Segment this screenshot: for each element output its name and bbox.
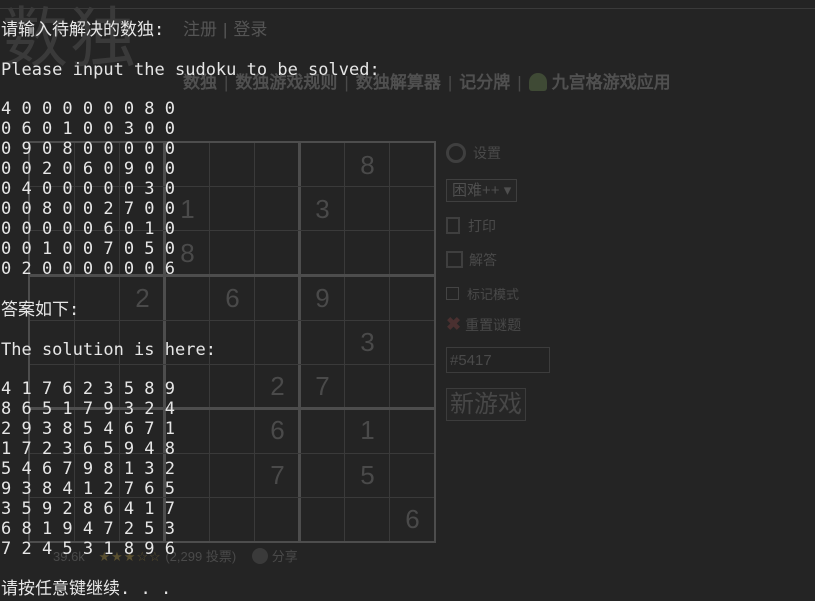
board-cell-digit[interactable]: 3 bbox=[345, 320, 390, 364]
continue-prompt: 请按任意键继续. . . bbox=[1, 579, 172, 599]
settings-label: 设置 bbox=[473, 145, 501, 161]
solve-icon bbox=[446, 251, 463, 268]
nav-app[interactable]: 九宫格游戏应用 bbox=[552, 73, 671, 92]
puzzle-row: 0 0 1 0 0 7 0 5 0 bbox=[1, 239, 175, 259]
nav-separator: | bbox=[447, 73, 453, 92]
solution-row: 1 7 2 3 6 5 9 4 8 bbox=[1, 439, 175, 459]
board-cell-digit[interactable]: 6 bbox=[210, 276, 255, 320]
puzzle-row: 0 0 8 0 0 2 7 0 0 bbox=[1, 199, 175, 219]
puzzle-row: 0 4 0 0 0 0 0 3 0 bbox=[1, 179, 175, 199]
puzzle-grid-text: 4 0 0 0 0 0 0 8 0 0 6 0 1 0 0 3 0 0 0 9 … bbox=[1, 99, 175, 279]
prompt-en: Please input the sudoku to be solved: bbox=[1, 60, 380, 80]
print-link[interactable]: 打印 bbox=[446, 216, 496, 236]
board-cell-digit[interactable]: 5 bbox=[345, 453, 390, 497]
answer-en: The solution is here: bbox=[1, 340, 216, 360]
print-label: 打印 bbox=[468, 218, 496, 234]
puzzle-row: 0 2 0 0 0 0 0 0 6 bbox=[1, 259, 175, 279]
puzzle-row: 4 0 0 0 0 0 0 8 0 bbox=[1, 99, 175, 119]
difficulty-select[interactable]: 困难++ ▾ bbox=[446, 179, 518, 202]
solution-grid-text: 4 1 7 6 2 3 5 8 9 8 6 5 1 7 9 3 2 4 2 9 … bbox=[1, 379, 175, 559]
puzzle-row: 0 0 2 0 6 0 9 0 0 bbox=[1, 159, 175, 179]
mark-mode-toggle[interactable]: 标记模式 bbox=[446, 284, 519, 303]
board-cell-digit[interactable]: 9 bbox=[300, 276, 345, 320]
mark-mode-label: 标记模式 bbox=[467, 287, 520, 302]
solution-row: 3 5 9 2 8 6 4 1 7 bbox=[1, 499, 175, 519]
solution-row: 6 8 1 9 4 7 2 5 3 bbox=[1, 519, 175, 539]
auth-links: 注册 | 登录 bbox=[183, 15, 273, 40]
register-link[interactable]: 注册 bbox=[183, 20, 217, 39]
board-cell-digit[interactable]: 3 bbox=[300, 187, 345, 231]
board-cell-digit[interactable]: 2 bbox=[120, 276, 165, 320]
nav-scoreboard[interactable]: 记分牌 bbox=[459, 73, 510, 92]
game-id-wrap: #5417 bbox=[446, 347, 550, 373]
solve-link[interactable]: 解答 bbox=[446, 250, 497, 270]
solution-row: 4 1 7 6 2 3 5 8 9 bbox=[1, 379, 175, 399]
solution-row: 5 4 6 7 9 8 1 3 2 bbox=[1, 459, 175, 479]
auth-separator: | bbox=[223, 20, 228, 39]
share-icon bbox=[251, 548, 268, 564]
solution-row: 8 6 5 1 7 9 3 2 4 bbox=[1, 399, 175, 419]
puzzle-row: 0 0 0 0 0 6 0 1 0 bbox=[1, 219, 175, 239]
print-icon bbox=[446, 217, 460, 234]
difficulty-wrap: 困难++ ▾ bbox=[446, 179, 518, 202]
nav-separator: | bbox=[517, 73, 522, 92]
mark-mode-checkbox[interactable] bbox=[446, 287, 459, 300]
login-link[interactable]: 登录 bbox=[233, 20, 267, 39]
board-cell-digit[interactable]: 6 bbox=[255, 408, 300, 452]
difficulty-value: 困难++ bbox=[452, 182, 500, 199]
board-cell-digit[interactable]: 7 bbox=[255, 453, 300, 497]
puzzle-row: 0 6 0 1 0 0 3 0 0 bbox=[1, 119, 175, 139]
reset-link[interactable]: ✖ 重置谜题 bbox=[446, 314, 521, 335]
board-cell-digit[interactable]: 2 bbox=[255, 364, 300, 408]
android-icon bbox=[528, 73, 547, 91]
answer-cn: 答案如下: bbox=[1, 300, 80, 320]
share-label[interactable]: 分享 bbox=[272, 549, 298, 564]
solution-row: 7 2 4 5 3 1 8 9 6 bbox=[1, 539, 175, 559]
board-cell-digit[interactable]: 7 bbox=[300, 364, 345, 408]
game-id-input[interactable]: #5417 bbox=[446, 347, 550, 373]
prompt-cn: 请输入待解决的数独: bbox=[1, 20, 165, 40]
close-icon: ✖ bbox=[446, 314, 462, 334]
vote-count: (2,299 投票) bbox=[165, 549, 237, 564]
solution-row: 2 9 3 8 5 4 6 7 1 bbox=[1, 419, 175, 439]
solution-row: 9 3 8 4 1 2 7 6 5 bbox=[1, 479, 175, 499]
settings-link[interactable]: 设置 bbox=[446, 143, 501, 163]
new-game-button[interactable]: 新游戏 bbox=[446, 388, 526, 421]
new-game-wrap: 新游戏 bbox=[446, 384, 526, 421]
board-cell-digit[interactable]: 1 bbox=[345, 408, 390, 452]
chevron-down-icon: ▾ bbox=[503, 182, 512, 199]
gear-icon bbox=[446, 143, 466, 163]
board-cell-digit[interactable]: 8 bbox=[345, 143, 390, 187]
board-cell-digit[interactable]: 6 bbox=[390, 497, 435, 541]
grid-line bbox=[30, 364, 434, 365]
solve-label: 解答 bbox=[469, 252, 497, 268]
puzzle-row: 0 9 0 8 0 0 0 0 0 bbox=[1, 139, 175, 159]
reset-label: 重置谜题 bbox=[465, 317, 522, 333]
